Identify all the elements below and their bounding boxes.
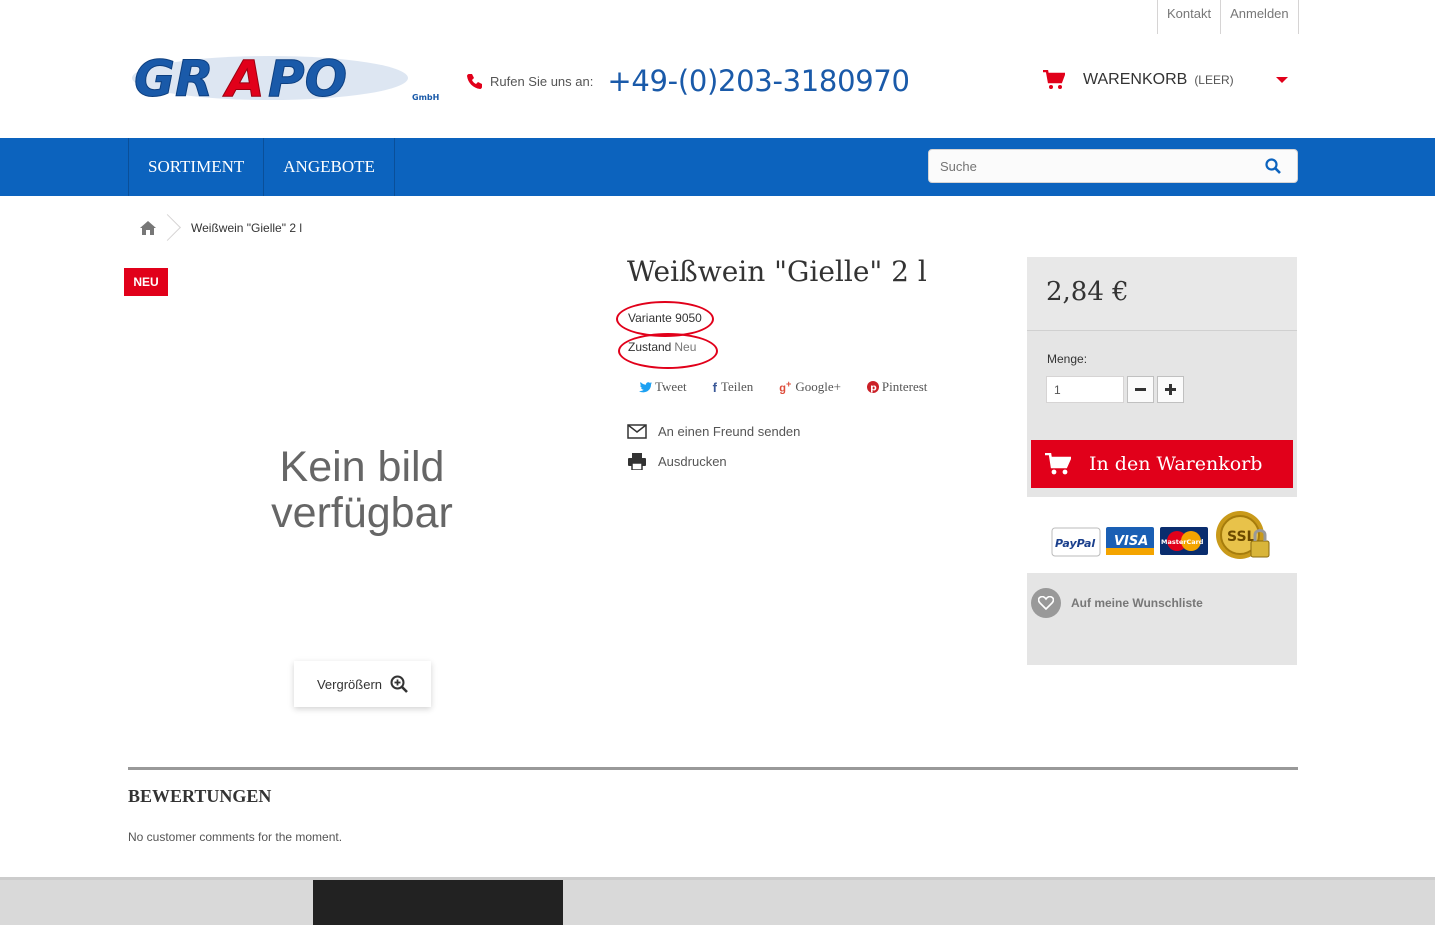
- ssl-seal-icon: SSL: [1216, 511, 1270, 559]
- svg-text:p: p: [870, 384, 877, 394]
- quantity-label: Menge:: [1047, 352, 1088, 366]
- add-to-cart-label: In den Warenkorb: [1089, 453, 1263, 475]
- chevron-down-icon[interactable]: [1276, 77, 1288, 83]
- cart-icon: [1045, 453, 1071, 475]
- phone-number[interactable]: +49-(0)203-3180970: [607, 64, 910, 98]
- nav-item-angebote[interactable]: ANGEBOTE: [264, 138, 395, 196]
- svg-text:GR: GR: [134, 52, 214, 104]
- reviews-title: BEWERTUNGEN: [128, 786, 272, 806]
- pinterest-label: Pinterest: [881, 379, 928, 394]
- mastercard-logo: MasterCard: [1160, 527, 1208, 555]
- cart-summary[interactable]: WARENKORB (LEER): [1043, 68, 1298, 92]
- add-to-cart-button[interactable]: In den Warenkorb: [1031, 440, 1293, 488]
- footer: [0, 877, 1435, 925]
- annotation-circle-reference: [616, 301, 714, 337]
- send-to-friend-link[interactable]: An einen Freund senden: [627, 416, 800, 446]
- reviews-empty-text: No customer comments for the moment.: [128, 830, 343, 844]
- cart-label: WARENKORB: [1083, 71, 1188, 88]
- print-label: Ausdrucken: [658, 453, 727, 469]
- heart-icon: [1031, 588, 1061, 618]
- visa-logo: VISA: [1106, 527, 1154, 555]
- payment-logos: PayPal VISA MasterCard SSL: [1027, 497, 1297, 573]
- zoom-in-icon: [390, 675, 408, 693]
- breadcrumb: Weißwein "Gielle" 2 l: [128, 214, 302, 242]
- svg-text:PayPal: PayPal: [1055, 537, 1095, 550]
- quantity-decrease-button[interactable]: [1127, 376, 1154, 403]
- googleplus-share-button[interactable]: g+ Google+: [779, 379, 841, 395]
- zoom-button[interactable]: Vergrößern: [294, 661, 431, 707]
- cart-status: (LEER): [1194, 73, 1234, 87]
- twitter-icon: [639, 381, 652, 392]
- send-to-friend-label: An einen Freund senden: [658, 423, 801, 439]
- pinterest-icon: p: [866, 381, 879, 394]
- site-logo[interactable]: GR A PO GmbH: [130, 50, 442, 109]
- product-actions: An einen Freund senden Ausdrucken: [627, 416, 800, 476]
- login-link[interactable]: Anmelden: [1220, 0, 1299, 34]
- tweet-button[interactable]: Tweet: [639, 379, 687, 395]
- envelope-icon: [627, 423, 647, 439]
- search-input[interactable]: [929, 150, 1239, 182]
- quantity-area: Menge:: [1027, 334, 1297, 434]
- googleplus-icon: g+: [779, 379, 792, 395]
- call-label: Rufen Sie uns an:: [490, 73, 594, 89]
- plus-icon: [1165, 384, 1176, 395]
- new-badge: NEU: [124, 268, 168, 296]
- social-sharing: Tweet f Teilen g+ Google+ p Pinterest: [639, 379, 953, 395]
- quantity-increase-button[interactable]: [1157, 376, 1184, 403]
- breadcrumb-current: Weißwein "Gielle" 2 l: [191, 221, 302, 235]
- breadcrumb-separator: [168, 214, 182, 242]
- wishlist-button[interactable]: Auf meine Wunschliste: [1031, 588, 1203, 618]
- minus-icon: [1135, 388, 1146, 391]
- search-icon[interactable]: [1265, 158, 1281, 174]
- svg-text:VISA: VISA: [1114, 534, 1148, 549]
- contact-link[interactable]: Kontakt: [1157, 0, 1220, 34]
- print-icon: [628, 452, 646, 470]
- search-box: [928, 149, 1298, 183]
- pinterest-share-button[interactable]: p Pinterest: [866, 379, 928, 395]
- facebook-share-button[interactable]: f Teilen: [713, 379, 754, 395]
- product-title: Weißwein "Gielle" 2 l: [627, 255, 927, 288]
- reviews-divider: [128, 767, 1298, 770]
- call-info: Rufen Sie uns an: +49-(0)203-3180970: [466, 64, 910, 98]
- nav-item-sortiment[interactable]: SORTIMENT: [129, 138, 265, 196]
- facebook-icon: f: [712, 379, 717, 395]
- svg-text:MasterCard: MasterCard: [1161, 538, 1204, 546]
- facebook-label: Teilen: [720, 379, 754, 394]
- phone-icon: [467, 74, 482, 89]
- print-link[interactable]: Ausdrucken: [627, 446, 800, 476]
- tweet-label: Tweet: [655, 379, 687, 394]
- quantity-input[interactable]: [1046, 376, 1124, 403]
- footer-dark-block: [313, 880, 563, 925]
- annotation-circle-condition: [618, 333, 718, 369]
- top-links: Kontakt Anmelden: [1157, 0, 1299, 34]
- cart-icon: [1043, 70, 1065, 89]
- wishlist-label: Auf meine Wunschliste: [1071, 596, 1203, 610]
- svg-text:A: A: [222, 52, 265, 104]
- svg-text:PO: PO: [268, 52, 347, 104]
- no-image-placeholder[interactable]: Kein bild verfügbar: [232, 444, 492, 536]
- product-price: 2,84 €: [1046, 277, 1129, 307]
- paypal-logo: PayPal: [1051, 527, 1101, 557]
- svg-text:GmbH: GmbH: [412, 93, 439, 102]
- zoom-label: Vergrößern: [316, 676, 383, 692]
- price-block: 2,84 €: [1027, 257, 1297, 331]
- googleplus-label: Google+: [795, 379, 841, 394]
